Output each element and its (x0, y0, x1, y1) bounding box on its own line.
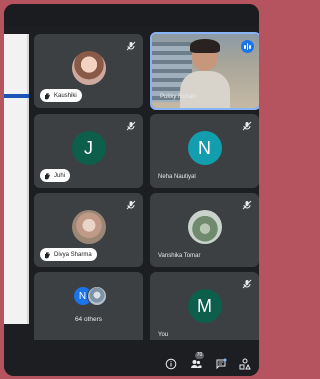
activities-icon[interactable] (239, 358, 251, 370)
participant-name: Vanshika Tomar (158, 253, 201, 259)
participant-name-pill: Divya Sharma (40, 248, 97, 261)
mic-off-icon (241, 199, 253, 211)
participant-tile-divya-sharma[interactable]: Divya Sharma (34, 193, 143, 267)
mic-off-icon (125, 120, 137, 132)
others-tile[interactable]: N 64 others (34, 272, 143, 346)
speaking-indicator-icon (241, 40, 254, 53)
participant-name: Pukky Rohan (160, 94, 196, 100)
avatar (71, 210, 106, 244)
participant-tile-you[interactable]: M You (150, 272, 259, 346)
participant-tile-pukky-rohan[interactable]: Pukky Rohan (150, 32, 259, 110)
participant-name: Juhi (54, 172, 66, 179)
raised-hand-icon (45, 92, 50, 99)
participant-name: You (158, 332, 169, 338)
participant-name: Neha Nautiyal (158, 174, 196, 180)
meeting-window: Kaushiki Pukky Rohan J Juhi N Neha Nauti… (4, 4, 259, 376)
avatar (71, 51, 106, 85)
top-strip (4, 4, 259, 26)
avatar: N (187, 131, 222, 165)
chat-icon[interactable] (215, 358, 227, 370)
bottom-toolbar: 70 (4, 340, 259, 376)
avatar (86, 286, 107, 306)
mic-off-icon (125, 199, 137, 211)
participant-name: Divya Sharma (54, 251, 92, 258)
participant-name-pill: Juhi (40, 169, 71, 182)
participant-tile-vanshika-tomar[interactable]: Vanshika Tomar (150, 193, 259, 267)
others-count-label: 64 others (74, 316, 103, 323)
participant-tile-juhi[interactable]: J Juhi (34, 114, 143, 188)
presentation-accent-bar (4, 94, 29, 98)
avatar (187, 210, 222, 244)
participants-count-badge: 70 (195, 352, 204, 359)
participant-tile-kaushiki[interactable]: Kaushiki (34, 34, 143, 108)
info-icon[interactable] (165, 358, 177, 370)
avatar: J (71, 131, 106, 165)
others-avatars: N (72, 286, 107, 306)
participant-name: Kaushiki (54, 92, 77, 99)
participant-name-pill: Kaushiki (40, 89, 82, 102)
people-icon[interactable] (190, 358, 202, 370)
presentation-panel[interactable] (4, 34, 29, 324)
raised-hand-icon (45, 251, 50, 258)
mic-off-icon (241, 278, 253, 290)
raised-hand-icon (45, 172, 50, 179)
mic-off-icon (125, 40, 137, 52)
avatar: M (187, 289, 222, 323)
participant-tile-neha-nautiyal[interactable]: N Neha Nautiyal (150, 114, 259, 188)
mic-off-icon (241, 120, 253, 132)
